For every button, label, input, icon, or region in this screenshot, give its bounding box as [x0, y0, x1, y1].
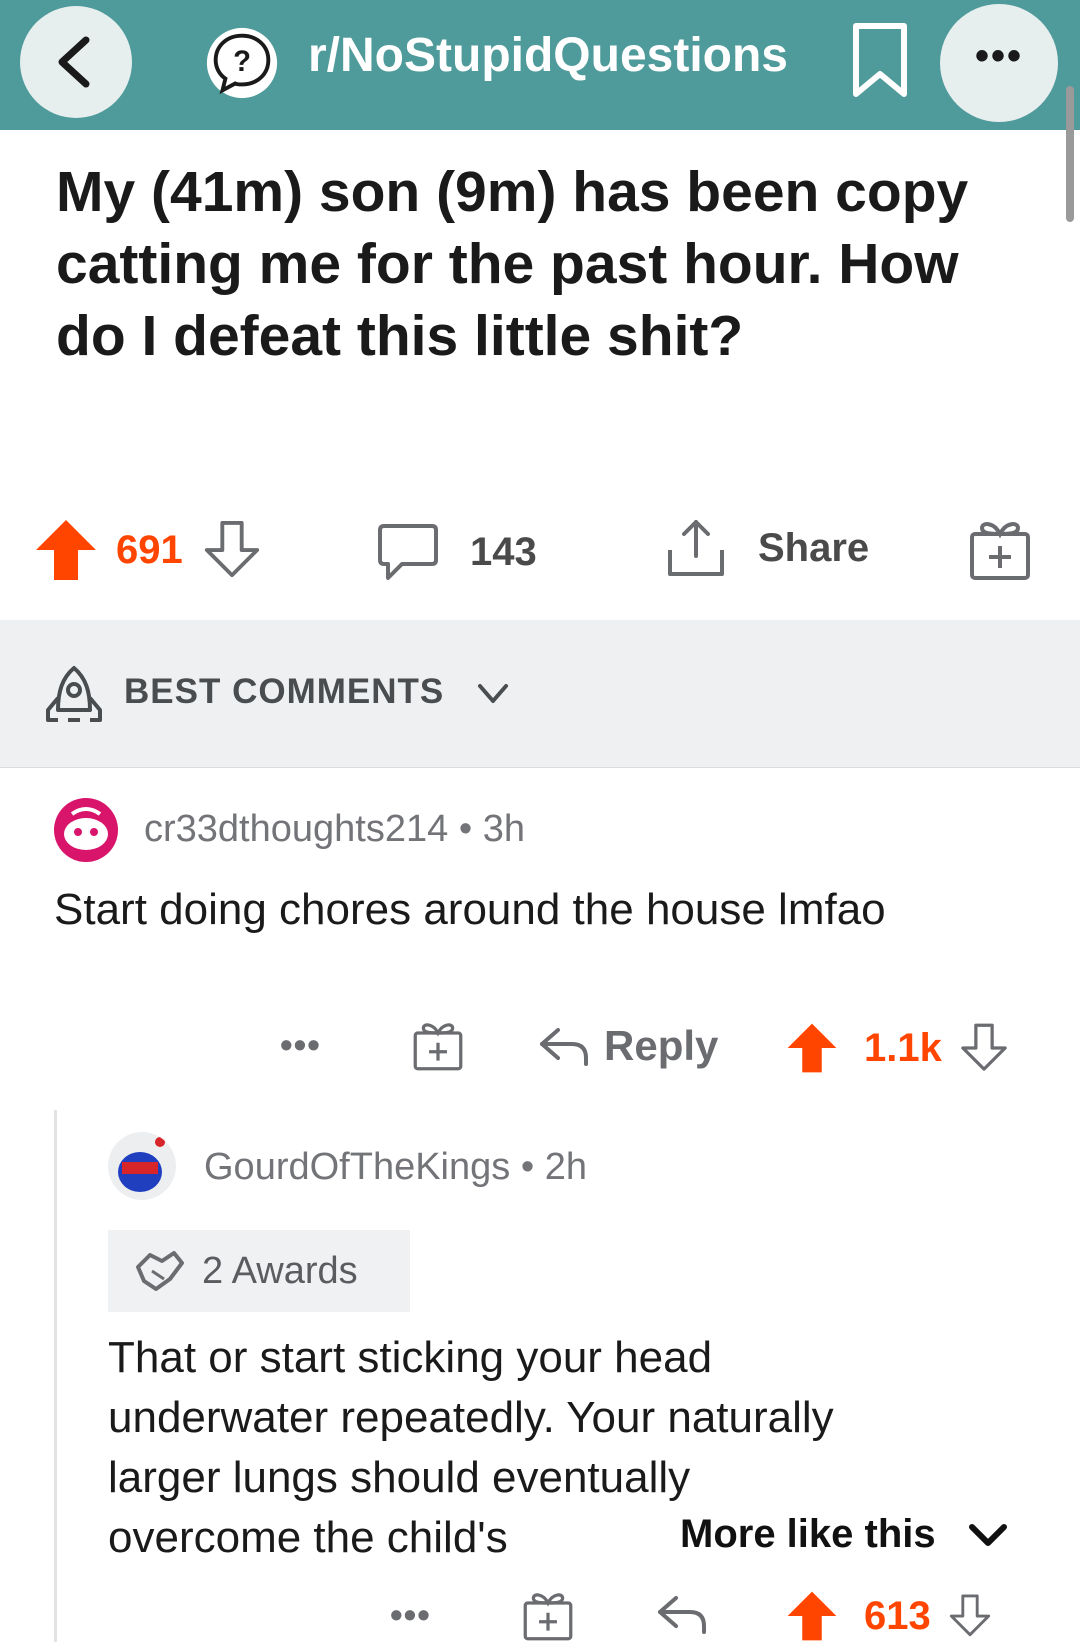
- chevron-down-icon[interactable]: [476, 682, 510, 706]
- svg-text:?: ?: [233, 46, 251, 78]
- sort-label[interactable]: BEST COMMENTS: [124, 672, 444, 712]
- comment-line: larger lungs should eventually: [108, 1453, 691, 1502]
- share-label: Share: [758, 525, 870, 570]
- comment-age: 2h: [544, 1146, 587, 1188]
- upvote-group: 691: [34, 518, 263, 582]
- comment-line: underwater repeatedly. Your naturally: [108, 1393, 834, 1442]
- awards-label: 2 Awards: [202, 1249, 358, 1292]
- more-like-this-label: More like this: [680, 1512, 936, 1556]
- rocket-icon: [46, 666, 102, 722]
- chevron-down-icon: [968, 1523, 1007, 1546]
- comment-author[interactable]: GourdOfTheKings: [204, 1146, 510, 1188]
- back-button[interactable]: [20, 6, 132, 118]
- post-title: My (41m) son (9m) has been copy catting …: [56, 160, 969, 368]
- reply-button[interactable]: Reply: [538, 1022, 718, 1070]
- thread-line[interactable]: [54, 1110, 57, 1642]
- subreddit-name[interactable]: r/NoStupidQuestions: [308, 28, 788, 83]
- sort-bar[interactable]: BEST COMMENTS: [0, 620, 1080, 768]
- chevron-left-icon: [58, 36, 90, 88]
- avatar[interactable]: [108, 1132, 176, 1200]
- more-options-icon: •••: [974, 34, 1023, 78]
- more-icon: •••: [390, 1594, 431, 1635]
- upvote-arrow-icon[interactable]: [34, 518, 98, 582]
- avatar[interactable]: [54, 798, 118, 862]
- gift-award-icon[interactable]: [412, 1020, 464, 1072]
- comment-more-button[interactable]: •••: [280, 1024, 321, 1066]
- downvote-arrow-icon[interactable]: [201, 519, 263, 581]
- gift-award-icon[interactable]: [968, 518, 1032, 582]
- more-like-this-button[interactable]: More like this: [680, 1512, 1008, 1557]
- question-bubble-icon: ?: [206, 27, 278, 99]
- downvote-arrow-icon[interactable]: [947, 1593, 993, 1639]
- more-options-button[interactable]: •••: [940, 4, 1058, 122]
- reply-arrow-icon: [540, 1028, 588, 1066]
- comments-button[interactable]: 143: [376, 522, 537, 582]
- comment-line: That or start sticking your head: [108, 1333, 713, 1382]
- bookmark-icon[interactable]: [850, 22, 910, 98]
- snoo-avatar-icon: [64, 807, 108, 850]
- downvote-arrow-icon[interactable]: [958, 1022, 1010, 1074]
- upvote-arrow-icon[interactable]: [786, 1022, 838, 1074]
- more-icon: •••: [280, 1024, 321, 1065]
- share-button[interactable]: Share: [664, 516, 869, 580]
- reply-arrow-icon[interactable]: [656, 1592, 708, 1636]
- comment-vote-group: 1.1k: [786, 1022, 1010, 1074]
- comment-bubble-icon: [378, 524, 438, 580]
- comment-meta: GourdOfTheKings • 2h: [204, 1146, 587, 1189]
- upvote-arrow-icon[interactable]: [786, 1590, 838, 1642]
- reply-label: Reply: [604, 1022, 719, 1069]
- comment-meta: cr33dthoughts214 • 3h: [144, 808, 525, 851]
- meta-separator: •: [458, 808, 473, 850]
- comment-body: Start doing chores around the house lmfa…: [54, 885, 886, 934]
- post-upvote-count: 691: [116, 527, 183, 572]
- comment-age: 3h: [482, 808, 525, 850]
- comment-vote-group: 613: [786, 1590, 993, 1642]
- snoo-avatar-icon: [118, 1137, 165, 1192]
- comment-author[interactable]: cr33dthoughts214: [144, 808, 448, 850]
- comment-more-button[interactable]: •••: [390, 1594, 431, 1636]
- top-bar: ? r/NoStupidQuestions •••: [0, 0, 1080, 130]
- scrollbar[interactable]: [1066, 86, 1074, 222]
- awards-badge[interactable]: 2 Awards: [108, 1230, 410, 1312]
- gift-award-icon[interactable]: [522, 1590, 574, 1642]
- share-icon: [668, 520, 724, 576]
- post-action-bar: 691 143 Share: [0, 510, 1080, 600]
- comment-score: 613: [864, 1593, 931, 1638]
- handshake-award-icon: [136, 1251, 184, 1291]
- comment-count: 143: [470, 529, 537, 574]
- meta-separator: •: [520, 1146, 535, 1188]
- comment-score: 1.1k: [864, 1025, 942, 1070]
